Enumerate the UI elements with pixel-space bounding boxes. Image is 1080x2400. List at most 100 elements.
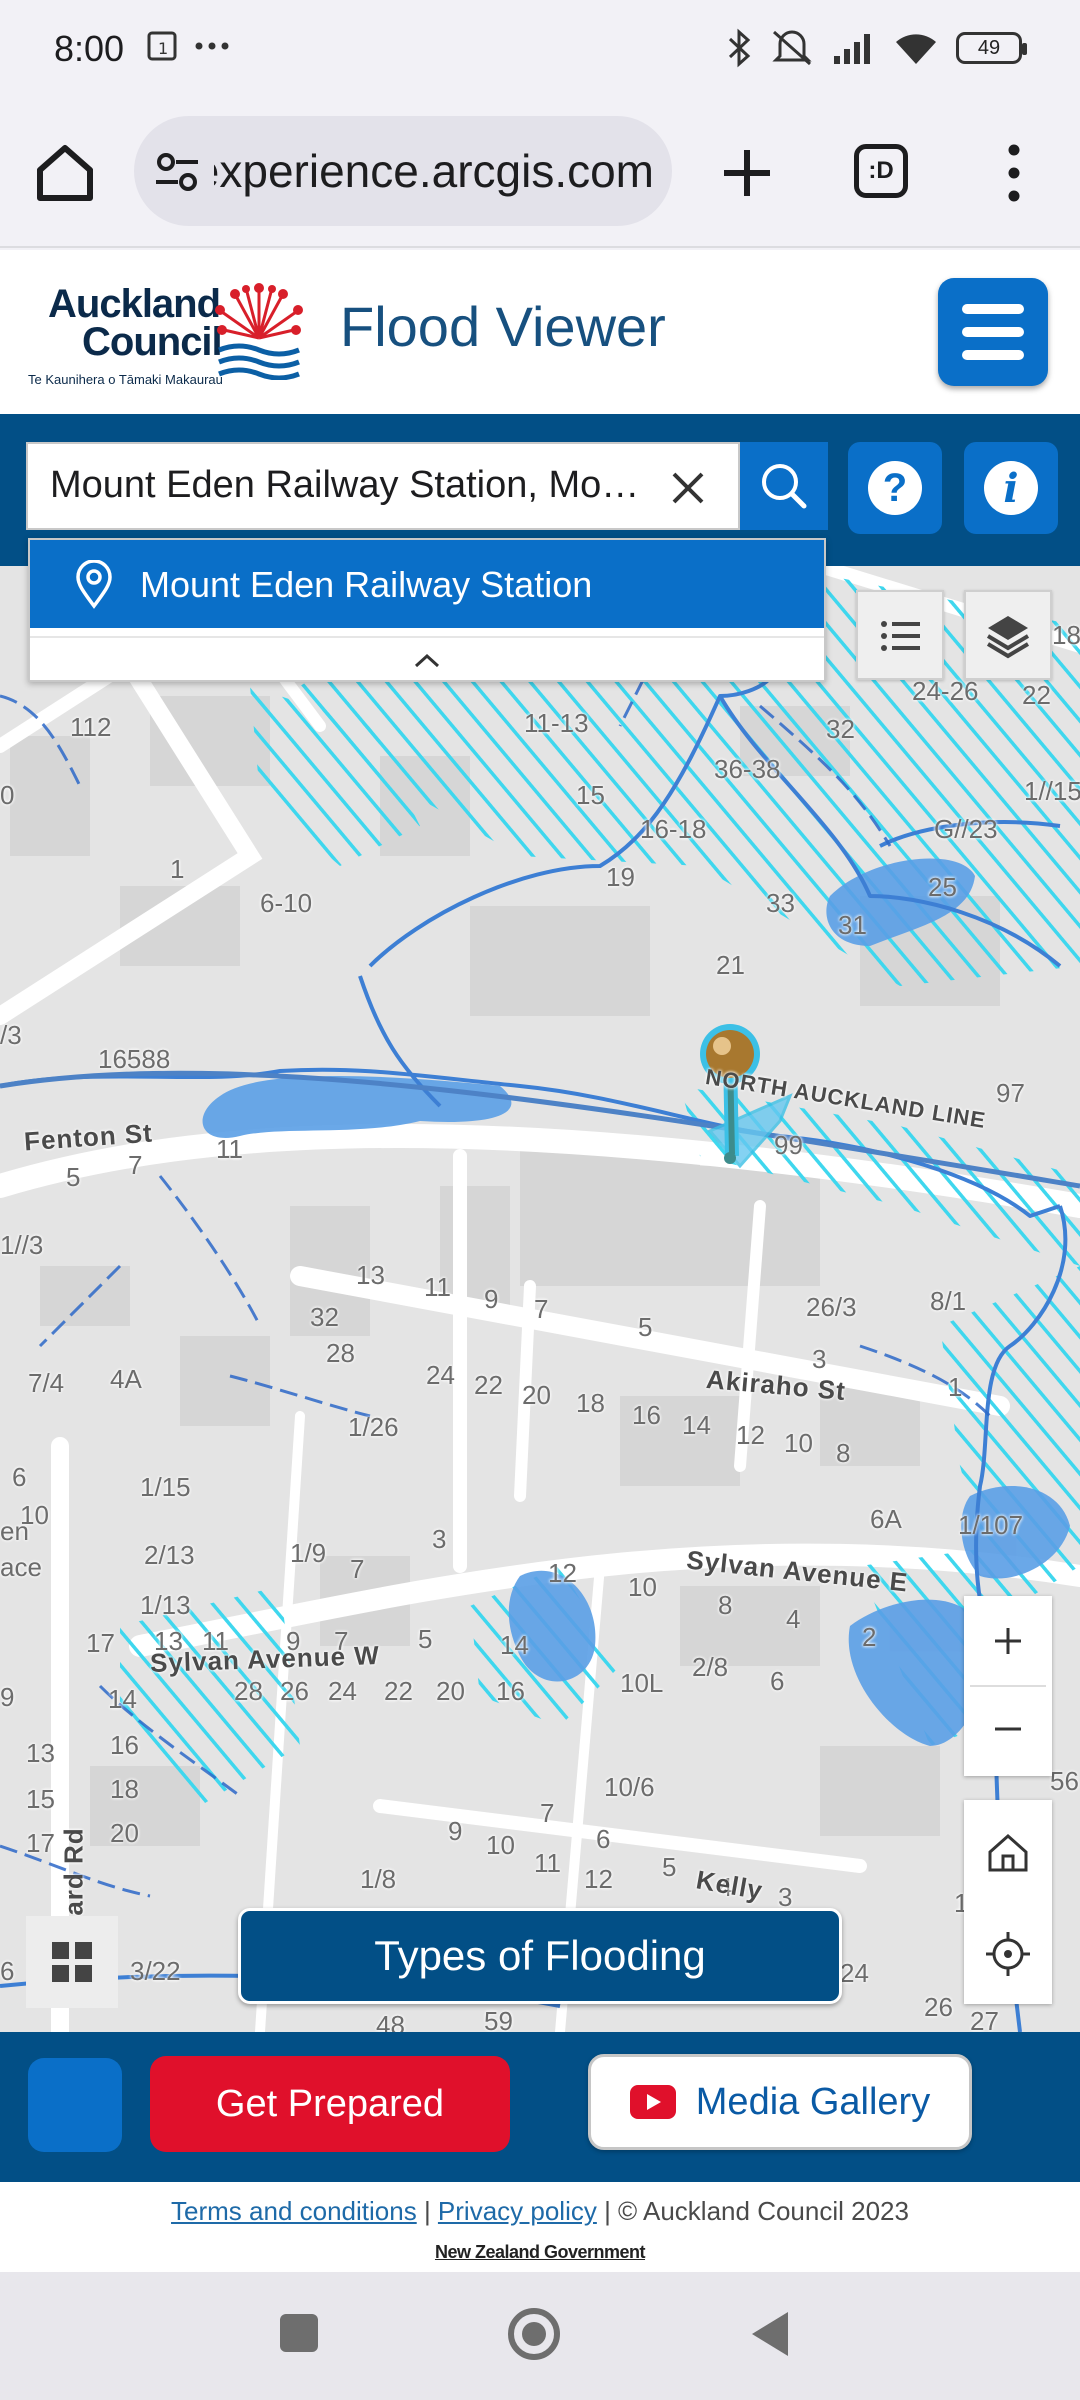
legal-links: Terms and conditions | Privacy policy | … (0, 2196, 1080, 2227)
mute-icon (772, 30, 812, 66)
map-address-label: 6A (870, 1504, 902, 1534)
calendar-icon: 1 (147, 31, 177, 61)
map-address-label: 10 (486, 1830, 515, 1860)
map-address-label: 33 (766, 888, 795, 918)
home-button[interactable] (508, 2308, 560, 2360)
map-address-label: 14 (682, 1410, 711, 1440)
legend-button[interactable] (856, 590, 944, 680)
search-button[interactable] (740, 442, 828, 530)
home-extent-icon[interactable] (964, 1800, 1052, 1900)
youtube-icon (629, 2085, 676, 2119)
map-address-label: 3 (432, 1524, 447, 1554)
media-gallery-button[interactable]: Media Gallery (588, 2054, 972, 2150)
map-address-label: 27 (970, 2006, 999, 2032)
suggestion-item[interactable]: Mount Eden Railway Station (30, 540, 824, 628)
locate-icon[interactable] (964, 1904, 1052, 2004)
map-address-label: 1/13 (140, 1590, 191, 1620)
map-address-label: 14 (500, 1630, 529, 1660)
map-address-label: 22 (384, 1676, 413, 1706)
clear-icon[interactable] (664, 464, 712, 512)
layers-button[interactable] (964, 590, 1052, 680)
map-address-label: 1//3 (0, 1230, 44, 1260)
map-address-label: 32 (826, 714, 855, 744)
map-address-label: 16 (632, 1400, 661, 1430)
map-address-label: 99 (774, 1130, 803, 1160)
status-bar: 8:00 1 49 (0, 0, 1080, 100)
footer-tile-button[interactable] (28, 2058, 122, 2152)
search-input[interactable]: Mount Eden Railway Station, Mount Eden (26, 442, 740, 530)
map-address-label: 6-10 (260, 888, 313, 918)
legal-separator: | (416, 2196, 438, 2226)
map-address-label: 7 (350, 1554, 365, 1584)
site-settings-icon[interactable] (154, 150, 200, 194)
map-address-label: 24 (426, 1360, 455, 1390)
status-right-icons: 49 (728, 28, 1027, 68)
map-address-label: 25 (928, 872, 957, 902)
map-address-label: 97 (996, 1078, 1025, 1108)
map-address-label: 11 (534, 1848, 561, 1878)
pohutukawa-flower-icon (215, 283, 303, 380)
help-button[interactable]: ? (848, 442, 942, 534)
map-address-label: 18 (1052, 620, 1080, 650)
map-address-label: 5 (418, 1624, 433, 1654)
map-address-label: 32 (310, 1302, 339, 1332)
zoom-in-button[interactable] (964, 1596, 1052, 1685)
map-address-label: 12 (548, 1558, 577, 1588)
copyright-text: | © Auckland Council 2023 (596, 2196, 909, 2226)
map-address-label: 7/4 (28, 1368, 65, 1398)
map-address-label: 14 (108, 1684, 137, 1714)
layers-icon (986, 616, 1030, 659)
map-address-label: 1/107 (958, 1510, 1024, 1540)
wifi-icon (896, 34, 936, 64)
zoom-controls (964, 1596, 1052, 1776)
auckland-council-logo[interactable]: Auckland Council Te Kaunihera o Tāmaki M… (28, 280, 308, 390)
zoom-out-button[interactable] (964, 1687, 1052, 1776)
map-address-label: en (0, 1516, 29, 1546)
tab-switcher-button[interactable]: :D (854, 144, 908, 198)
map-address-label: 15 (576, 780, 605, 810)
new-tab-icon[interactable] (712, 138, 782, 208)
map-address-label: 16 (496, 1676, 525, 1706)
map-address-label: 26 (280, 1676, 309, 1706)
android-nav-bar (0, 2272, 1080, 2400)
map-address-label: 7 (540, 1798, 555, 1828)
map-address-label: 10 (628, 1572, 657, 1602)
info-icon: i (984, 461, 1038, 515)
flood-map[interactable]: 112 1 0 6-10 11-13 15 16-18 19 36-38 32 … (0, 566, 1080, 2032)
get-prepared-button[interactable]: Get Prepared (150, 2056, 510, 2152)
question-icon: ? (868, 461, 922, 515)
map-address-label: 3 (812, 1344, 827, 1374)
main-menu-button[interactable] (938, 278, 1048, 386)
map-address-label: 16588 (98, 1044, 171, 1074)
footer-bar: Get Prepared Media Gallery (0, 2032, 1080, 2182)
map-address-label: 10 (784, 1428, 813, 1458)
basemap-gallery-button[interactable] (26, 1916, 118, 2008)
info-button[interactable]: i (964, 442, 1058, 534)
map-address-label: 2 (862, 1622, 877, 1652)
recents-button[interactable] (280, 2314, 318, 2352)
map-address-label: 7 (534, 1294, 549, 1324)
map-address-label: 26 (924, 1992, 953, 2022)
collapse-suggestions-button[interactable] (30, 636, 824, 680)
map-address-label: 0 (0, 780, 15, 810)
types-of-flooding-button[interactable]: Types of Flooding (238, 1908, 842, 2004)
signal-icon (834, 34, 870, 64)
map-address-label: 1/9 (290, 1538, 327, 1568)
map-address-label: 36-38 (714, 754, 781, 784)
url-bar[interactable]: experience.arcgis.com (134, 116, 672, 226)
terms-link[interactable]: Terms and conditions (171, 2196, 417, 2226)
back-button[interactable] (752, 2312, 788, 2356)
menu-kebab-icon[interactable] (994, 138, 1034, 208)
map-address-label: 17 (26, 1828, 55, 1858)
chevron-up-icon (414, 653, 440, 668)
map-address-label: /3 (0, 1020, 22, 1050)
legal-footer: Terms and conditions | Privacy policy | … (0, 2182, 1080, 2272)
nz-government-logo[interactable]: New Zealand Government (0, 2242, 1080, 2263)
home-icon[interactable] (30, 138, 100, 208)
privacy-link[interactable]: Privacy policy (438, 2196, 597, 2226)
search-input-value: Mount Eden Railway Station, Mount Eden (50, 464, 654, 506)
map-address-label: 20 (436, 1676, 465, 1706)
map-address-label: 11 (216, 1134, 243, 1164)
map-address-label: 28 (326, 1338, 355, 1368)
browser-toolbar: experience.arcgis.com :D (0, 100, 1080, 248)
